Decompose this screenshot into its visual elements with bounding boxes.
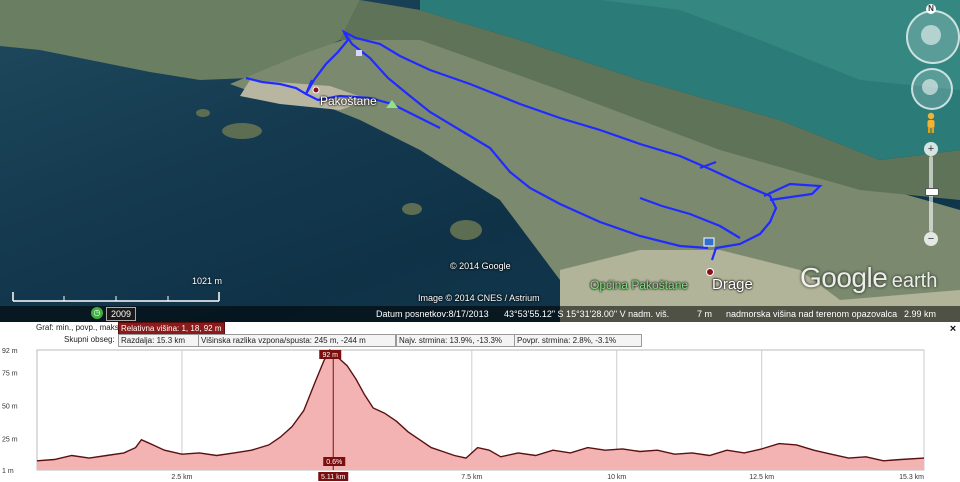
x-tick-label: 10 km (607, 474, 626, 481)
y-axis-ticks: 92 m 75 m 50 m 25 m 1 m (2, 348, 18, 475)
eye-icon[interactable] (921, 25, 941, 45)
place-label-pakostane[interactable]: Pakoštane (320, 94, 377, 108)
drage-marker[interactable] (706, 268, 714, 276)
zoom-out-button[interactable]: − (924, 232, 938, 246)
island-4 (196, 109, 210, 117)
island-1 (222, 123, 262, 139)
y-tick-label: 1 m (2, 468, 14, 475)
imagery-year-badge[interactable]: 2009 (106, 307, 137, 321)
move-navigation-control[interactable] (911, 68, 953, 110)
profile-header: Graf: min., povp., maks.: Relativna viši… (0, 322, 960, 347)
imagery-date: Datum posnetkov:8/17/2013 (376, 309, 489, 319)
x-tick-label: 7.5 km (461, 474, 482, 481)
close-icon[interactable]: × (948, 324, 958, 335)
summary-label: Skupni obseg: (64, 335, 115, 344)
copyright-google: © 2014 Google (450, 261, 511, 271)
y-tick-label: 25 m (2, 436, 18, 443)
x-tick-label: 15.3 km (899, 474, 924, 481)
eye-altitude-value: 2.99 km (904, 309, 937, 319)
route-waypoint-icon[interactable] (703, 237, 715, 247)
zoom-thumb[interactable] (925, 188, 939, 196)
graph-mode-label: Graf: min., povp., maks.: (36, 323, 124, 332)
hand-icon[interactable] (922, 79, 938, 95)
street-view-pegman-icon[interactable] (924, 112, 938, 134)
elevation-profile-panel: Graf: min., povp., maks.: Relativna viši… (0, 322, 960, 482)
cursor-coordinates: 43°53'55.12" S 15°31'28.00" V nadm. viš. (504, 309, 670, 319)
graph-row: Graf: min., povp., maks.: Relativna viši… (0, 322, 940, 335)
elevation-value: 7 m (697, 309, 713, 319)
place-label-drage[interactable]: Drage (712, 276, 753, 293)
zoom-slider[interactable]: + − (924, 142, 939, 246)
summary-row: Skupni obseg: Razdalja: 15.3 km Višinska… (0, 334, 940, 347)
y-tick-label: 75 m (2, 370, 18, 377)
x-axis-ticks: 2.5 km 7.5 km 10 km 12.5 km 15.3 km (171, 474, 924, 481)
scale-label: 1021 m (192, 276, 223, 286)
y-tick-label: 92 m (2, 348, 18, 355)
island-3 (450, 220, 482, 240)
pakostane-marker[interactable] (312, 86, 320, 94)
elevation-chart[interactable]: 92 m 75 m 50 m 25 m 1 m 2.5 km 7.5 km 10 km 12.… (0, 346, 960, 482)
start-flag-icon[interactable] (356, 50, 362, 56)
y-tick-label: 50 m (2, 403, 18, 410)
status-bar: Datum posnetkov:8/17/2013 43°53'55.12" S… (0, 306, 960, 322)
historical-imagery-icon[interactable]: ◷ (91, 307, 103, 319)
map-view[interactable]: Pakoštane Općina Pakoštane Drage © 2014 … (0, 0, 960, 322)
cursor-slope-label: 0.6% (326, 459, 342, 466)
logo-google-text: Google (800, 262, 888, 293)
place-label-opcina[interactable]: Općina Pakoštane (590, 278, 688, 292)
scale-legend (12, 292, 220, 302)
island-2 (402, 203, 422, 215)
eye-altitude-label: nadmorska višina nad terenom opazovalca (726, 309, 898, 319)
copyright-image: Image © 2014 CNES / Astrium (418, 293, 540, 303)
google-earth-logo: Google earth (800, 262, 937, 294)
zoom-in-button[interactable]: + (924, 142, 938, 156)
look-navigation-control[interactable] (906, 10, 960, 64)
north-indicator[interactable]: N (926, 4, 936, 14)
cursor-distance-label: 5.11 km (321, 474, 346, 481)
cursor-elevation-label: 92 m (322, 352, 338, 359)
logo-earth-text: earth (891, 270, 938, 292)
x-tick-label: 12.5 km (749, 474, 774, 481)
x-tick-label: 2.5 km (171, 474, 192, 481)
google-earth-window: Pakoštane Općina Pakoštane Drage © 2014 … (0, 0, 960, 482)
